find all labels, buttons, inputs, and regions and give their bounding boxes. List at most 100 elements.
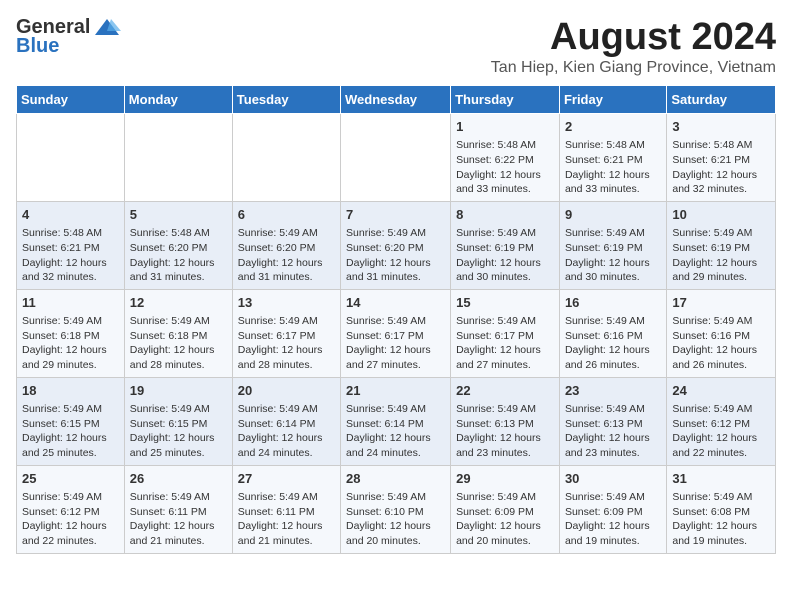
day-cell: 5Sunrise: 5:48 AM Sunset: 6:20 PM Daylig…	[124, 201, 232, 289]
page-header: General Blue August 2024 Tan Hiep, Kien …	[16, 16, 776, 77]
logo-icon	[93, 17, 121, 39]
day-number: 23	[565, 382, 661, 400]
title-section: August 2024 Tan Hiep, Kien Giang Provinc…	[491, 16, 776, 77]
day-info: Sunrise: 5:49 AM Sunset: 6:20 PM Dayligh…	[346, 226, 445, 285]
day-header-thursday: Thursday	[451, 86, 560, 114]
day-cell	[17, 114, 125, 202]
day-cell: 24 Sunrise: 5:49 AM Sunset: 6:12 PM Dayli…	[667, 377, 776, 465]
day-info: Sunrise: 5:49 AM Sunset: 6:17 PM Dayligh…	[456, 314, 554, 373]
day-cell: 12 Sunrise: 5:49 AM Sunset: 6:18 PM Dayli…	[124, 289, 232, 377]
day-cell: 17Sunrise: 5:49 AM Sunset: 6:16 PM Dayli…	[667, 289, 776, 377]
day-number: 24	[672, 382, 770, 400]
day-number: 6	[238, 206, 335, 224]
day-number: 21	[346, 382, 445, 400]
day-cell: 29 Sunrise: 5:49 AM Sunset: 6:09 PM Dayli…	[451, 465, 560, 553]
location-subtitle: Tan Hiep, Kien Giang Province, Vietnam	[491, 59, 776, 77]
day-header-wednesday: Wednesday	[341, 86, 451, 114]
day-cell: 25 Sunrise: 5:49 AM Sunset: 6:12 PM Dayli…	[17, 465, 125, 553]
day-cell: 26 Sunrise: 5:49 AM Sunset: 6:11 PM Dayli…	[124, 465, 232, 553]
day-info: Sunrise: 5:49 AM Sunset: 6:10 PM Dayligh…	[346, 490, 445, 549]
day-cell: 7Sunrise: 5:49 AM Sunset: 6:20 PM Daylig…	[341, 201, 451, 289]
day-number: 13	[238, 294, 335, 312]
day-info: Sunrise: 5:49 AM Sunset: 6:08 PM Dayligh…	[672, 490, 770, 549]
day-cell: 23 Sunrise: 5:49 AM Sunset: 6:13 PM Dayli…	[559, 377, 666, 465]
day-cell: 18 Sunrise: 5:49 AM Sunset: 6:15 PM Dayli…	[17, 377, 125, 465]
day-number: 16	[565, 294, 661, 312]
day-info: Sunrise: 5:49 AM Sunset: 6:16 PM Dayligh…	[565, 314, 661, 373]
day-header-saturday: Saturday	[667, 86, 776, 114]
day-number: 25	[22, 470, 119, 488]
day-cell	[232, 114, 340, 202]
week-row-1: 1Sunrise: 5:48 AM Sunset: 6:22 PM Daylig…	[17, 114, 776, 202]
day-number: 19	[130, 382, 227, 400]
day-cell	[341, 114, 451, 202]
day-cell: 3 Sunrise: 5:48 AM Sunset: 6:21 PM Daylig…	[667, 114, 776, 202]
day-info: Sunrise: 5:49 AM Sunset: 6:12 PM Dayligh…	[22, 490, 119, 549]
day-cell: 9Sunrise: 5:49 AM Sunset: 6:19 PM Daylig…	[559, 201, 666, 289]
day-cell	[124, 114, 232, 202]
logo: General Blue	[16, 16, 121, 58]
day-info: Sunrise: 5:48 AM Sunset: 6:21 PM Dayligh…	[672, 138, 770, 197]
day-number: 9	[565, 206, 661, 224]
day-number: 12	[130, 294, 227, 312]
day-cell: 27Sunrise: 5:49 AM Sunset: 6:11 PM Dayli…	[232, 465, 340, 553]
week-row-3: 11Sunrise: 5:49 AM Sunset: 6:18 PM Dayli…	[17, 289, 776, 377]
day-cell: 6Sunrise: 5:49 AM Sunset: 6:20 PM Daylig…	[232, 201, 340, 289]
day-cell: 20 Sunrise: 5:49 AM Sunset: 6:14 PM Dayli…	[232, 377, 340, 465]
day-number: 30	[565, 470, 661, 488]
day-info: Sunrise: 5:49 AM Sunset: 6:09 PM Dayligh…	[456, 490, 554, 549]
day-info: Sunrise: 5:49 AM Sunset: 6:15 PM Dayligh…	[130, 402, 227, 461]
week-row-4: 18 Sunrise: 5:49 AM Sunset: 6:15 PM Dayli…	[17, 377, 776, 465]
day-number: 8	[456, 206, 554, 224]
day-info: Sunrise: 5:49 AM Sunset: 6:14 PM Dayligh…	[346, 402, 445, 461]
day-info: Sunrise: 5:49 AM Sunset: 6:19 PM Dayligh…	[456, 226, 554, 285]
day-number: 26	[130, 470, 227, 488]
day-number: 5	[130, 206, 227, 224]
day-cell: 11Sunrise: 5:49 AM Sunset: 6:18 PM Dayli…	[17, 289, 125, 377]
day-number: 28	[346, 470, 445, 488]
day-info: Sunrise: 5:49 AM Sunset: 6:18 PM Dayligh…	[130, 314, 227, 373]
day-cell: 30 Sunrise: 5:49 AM Sunset: 6:09 PM Dayli…	[559, 465, 666, 553]
day-number: 3	[672, 118, 770, 136]
day-header-friday: Friday	[559, 86, 666, 114]
day-number: 27	[238, 470, 335, 488]
day-number: 4	[22, 206, 119, 224]
day-info: Sunrise: 5:49 AM Sunset: 6:14 PM Dayligh…	[238, 402, 335, 461]
day-cell: 21 Sunrise: 5:49 AM Sunset: 6:14 PM Dayli…	[341, 377, 451, 465]
day-info: Sunrise: 5:49 AM Sunset: 6:12 PM Dayligh…	[672, 402, 770, 461]
day-number: 14	[346, 294, 445, 312]
calendar-table: SundayMondayTuesdayWednesdayThursdayFrid…	[16, 85, 776, 554]
day-cell: 15 Sunrise: 5:49 AM Sunset: 6:17 PM Dayli…	[451, 289, 560, 377]
day-info: Sunrise: 5:49 AM Sunset: 6:13 PM Dayligh…	[565, 402, 661, 461]
day-info: Sunrise: 5:49 AM Sunset: 6:19 PM Dayligh…	[672, 226, 770, 285]
logo-blue-text: Blue	[16, 35, 59, 58]
day-number: 10	[672, 206, 770, 224]
day-cell: 10 Sunrise: 5:49 AM Sunset: 6:19 PM Dayli…	[667, 201, 776, 289]
day-info: Sunrise: 5:48 AM Sunset: 6:21 PM Dayligh…	[565, 138, 661, 197]
day-info: Sunrise: 5:49 AM Sunset: 6:11 PM Dayligh…	[130, 490, 227, 549]
day-info: Sunrise: 5:49 AM Sunset: 6:09 PM Dayligh…	[565, 490, 661, 549]
day-cell: 31Sunrise: 5:49 AM Sunset: 6:08 PM Dayli…	[667, 465, 776, 553]
day-info: Sunrise: 5:49 AM Sunset: 6:13 PM Dayligh…	[456, 402, 554, 461]
day-number: 1	[456, 118, 554, 136]
day-header-tuesday: Tuesday	[232, 86, 340, 114]
day-number: 20	[238, 382, 335, 400]
day-info: Sunrise: 5:49 AM Sunset: 6:18 PM Dayligh…	[22, 314, 119, 373]
day-cell: 2Sunrise: 5:48 AM Sunset: 6:21 PM Daylig…	[559, 114, 666, 202]
day-cell: 16 Sunrise: 5:49 AM Sunset: 6:16 PM Dayli…	[559, 289, 666, 377]
day-cell: 1Sunrise: 5:48 AM Sunset: 6:22 PM Daylig…	[451, 114, 560, 202]
day-cell: 4Sunrise: 5:48 AM Sunset: 6:21 PM Daylig…	[17, 201, 125, 289]
day-header-monday: Monday	[124, 86, 232, 114]
day-number: 22	[456, 382, 554, 400]
day-info: Sunrise: 5:49 AM Sunset: 6:16 PM Dayligh…	[672, 314, 770, 373]
day-cell: 22 Sunrise: 5:49 AM Sunset: 6:13 PM Dayli…	[451, 377, 560, 465]
day-cell: 28 Sunrise: 5:49 AM Sunset: 6:10 PM Dayli…	[341, 465, 451, 553]
week-row-2: 4Sunrise: 5:48 AM Sunset: 6:21 PM Daylig…	[17, 201, 776, 289]
day-cell: 14 Sunrise: 5:49 AM Sunset: 6:17 PM Dayli…	[341, 289, 451, 377]
day-number: 18	[22, 382, 119, 400]
day-info: Sunrise: 5:49 AM Sunset: 6:17 PM Dayligh…	[346, 314, 445, 373]
day-number: 29	[456, 470, 554, 488]
month-title: August 2024	[491, 16, 776, 59]
day-info: Sunrise: 5:49 AM Sunset: 6:15 PM Dayligh…	[22, 402, 119, 461]
day-number: 15	[456, 294, 554, 312]
